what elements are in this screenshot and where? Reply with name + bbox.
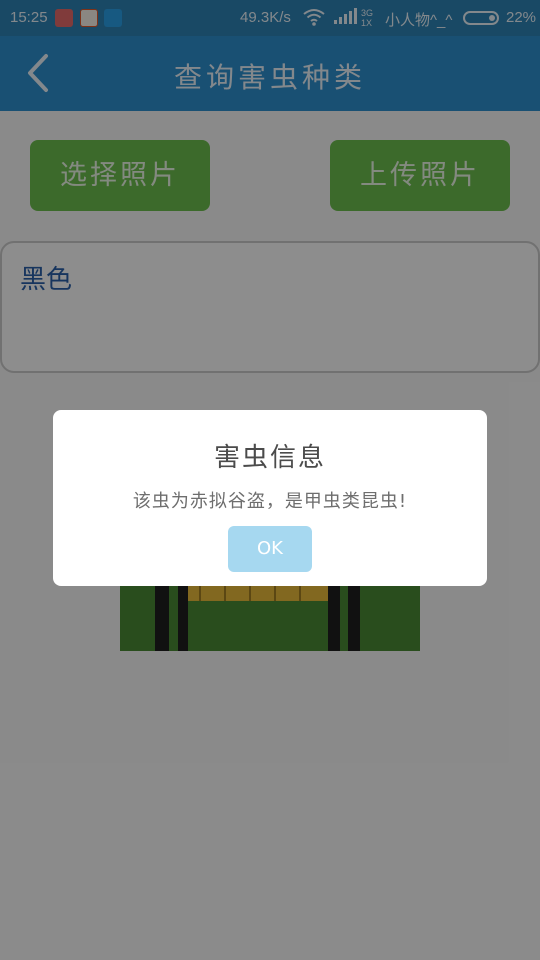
dialog-message: 该虫为赤拟谷盗，是甲虫类昆虫! — [132, 491, 408, 512]
dialog-title: 害虫信息 — [213, 443, 326, 473]
ok-button[interactable]: OK — [228, 526, 312, 572]
pest-info-dialog: 害虫信息 该虫为赤拟谷盗，是甲虫类昆虫! OK — [53, 410, 487, 586]
